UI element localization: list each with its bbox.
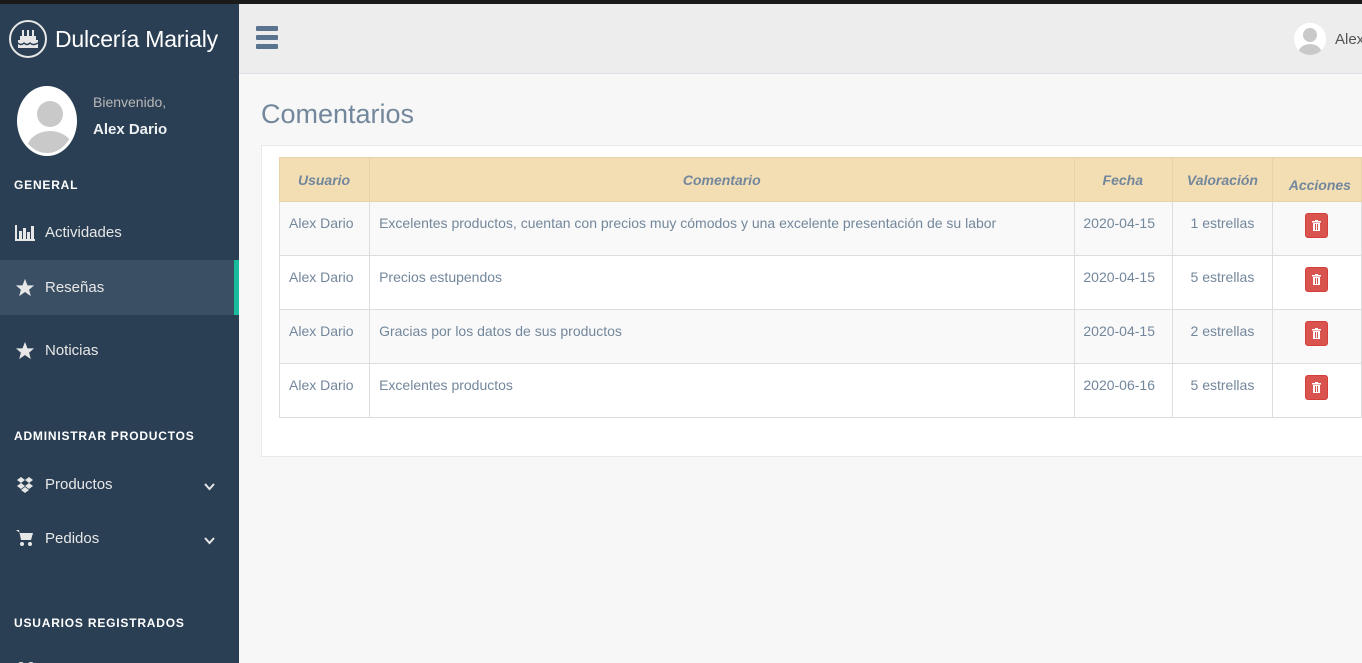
hamburger-icon[interactable]: [256, 26, 278, 51]
table-row: Alex Dario Gracias por los datos de sus …: [278, 309, 1362, 364]
cell-usuario: Alex Dario: [278, 255, 371, 310]
cell-comentario: Precios estupendos: [369, 255, 1076, 310]
delete-button[interactable]: [1304, 375, 1328, 400]
page-title: Comentarios: [261, 99, 415, 129]
chevron-down-icon: [204, 532, 215, 549]
cell-comentario: Gracias por los datos de sus productos: [369, 309, 1076, 364]
column-header-usuario[interactable]: Usuario: [278, 157, 371, 202]
cell-acciones: [1271, 201, 1362, 256]
brand[interactable]: Dulcería Marialy: [0, 4, 239, 74]
bar-chart-icon: [14, 223, 36, 243]
trash-icon: [1311, 274, 1321, 285]
user-menu-name[interactable]: Alex: [1335, 31, 1362, 48]
sidebar-item-productos[interactable]: Productos: [0, 457, 239, 512]
table-row: Alex Dario Precios estupendos 2020-04-15…: [278, 255, 1362, 310]
column-header-valoracion[interactable]: Valoración: [1172, 157, 1273, 202]
profile: Bienvenido, Alex Dario: [0, 74, 239, 170]
dropbox-icon: [14, 475, 36, 495]
profile-name: Alex Dario: [93, 121, 168, 138]
sidebar: Dulcería Marialy Bienvenido, Alex Dario …: [0, 4, 239, 663]
cell-fecha: 2020-04-15: [1074, 201, 1174, 256]
cell-fecha: 2020-06-16: [1074, 363, 1174, 418]
section-title-administrar-productos: ADMINISTRAR PRODUCTOS: [14, 429, 195, 443]
chevron-down-icon: [204, 478, 215, 495]
star-icon: [14, 341, 36, 361]
sidebar-item-pedidos[interactable]: Pedidos: [0, 511, 239, 566]
table-header-row: Usuario Comentario Fecha Valoración Acci…: [278, 157, 1362, 202]
cell-acciones: [1271, 363, 1362, 418]
star-icon: [14, 278, 36, 298]
welcome-text: Bienvenido,: [93, 94, 167, 110]
comments-table: Usuario Comentario Fecha Valoración Acci…: [278, 157, 1362, 418]
delete-button[interactable]: [1304, 213, 1328, 238]
user-avatar[interactable]: [1294, 23, 1326, 55]
cell-fecha: 2020-04-15: [1074, 255, 1174, 310]
sidebar-item-label: Productos: [45, 476, 113, 493]
cell-usuario: Alex Dario: [278, 309, 371, 364]
delete-button[interactable]: [1304, 321, 1328, 346]
sidebar-item-resenas[interactable]: Reseñas: [0, 260, 239, 315]
column-header-fecha[interactable]: Fecha: [1074, 157, 1174, 202]
sidebar-item-label: Pedidos: [45, 530, 100, 547]
trash-icon: [1311, 328, 1321, 339]
cell-acciones: [1271, 255, 1362, 310]
sidebar-item-noticias[interactable]: Noticias: [0, 323, 239, 378]
sidebar-item-actividades[interactable]: Actividades: [0, 205, 239, 260]
section-title-general: GENERAL: [14, 178, 79, 192]
sidebar-item-label: Reseñas: [45, 279, 105, 296]
top-navbar: Alex: [239, 4, 1362, 74]
column-header-comentario[interactable]: Comentario: [369, 157, 1076, 202]
avatar: [17, 86, 77, 156]
sidebar-item-label: Actividades: [45, 224, 122, 241]
delete-button[interactable]: [1304, 267, 1328, 292]
column-header-acciones: Acciones: [1271, 157, 1362, 202]
cell-comentario: Excelentes productos, cuentan con precio…: [369, 201, 1076, 256]
table-row: Alex Dario Excelentes productos, cuentan…: [278, 201, 1362, 256]
table-row: Alex Dario Excelentes productos 2020-06-…: [278, 363, 1362, 418]
brand-title: Dulcería Marialy: [55, 25, 218, 52]
trash-icon: [1311, 220, 1321, 231]
cell-valoracion: 5 estrellas: [1172, 363, 1273, 418]
cell-usuario: Alex Dario: [278, 363, 371, 418]
cell-valoracion: 1 estrellas: [1172, 201, 1273, 256]
sidebar-item-label: Noticias: [45, 342, 99, 359]
shopping-cart-icon: [14, 529, 36, 549]
cake-icon: [9, 20, 47, 58]
cell-usuario: Alex Dario: [278, 201, 371, 256]
cell-acciones: [1271, 309, 1362, 364]
users-icon: [16, 656, 36, 663]
section-title-usuarios-registrados: USUARIOS REGISTRADOS: [14, 616, 185, 630]
cell-valoracion: 5 estrellas: [1172, 255, 1273, 310]
cell-comentario: Excelentes productos: [369, 363, 1076, 418]
cell-valoracion: 2 estrellas: [1172, 309, 1273, 364]
cell-fecha: 2020-04-15: [1074, 309, 1174, 364]
trash-icon: [1311, 382, 1321, 393]
